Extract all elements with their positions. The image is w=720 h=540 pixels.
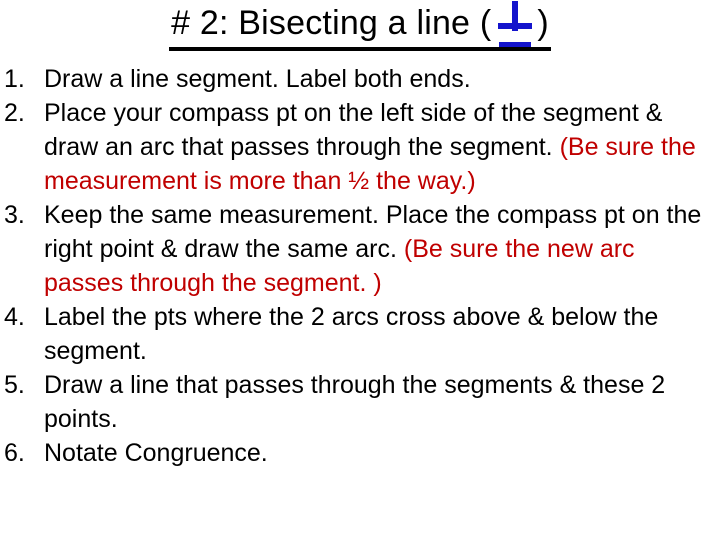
list-item: 4. Label the pts where the 2 arcs cross …	[0, 300, 720, 368]
list-item-text-black: Draw a line that passes through the segm…	[44, 371, 666, 433]
list-item-text-black: Notate Congruence.	[44, 439, 268, 467]
list-item: 6. Notate Congruence.	[0, 436, 720, 470]
list-item-number: 4.	[4, 303, 25, 331]
page-title-suffix: )	[537, 4, 549, 42]
list-item-text: Draw a line that passes through the segm…	[44, 368, 720, 436]
perpendicular-symbol	[495, 1, 535, 47]
list-item-number: 5.	[4, 371, 25, 399]
list-item: 3. Keep the same measurement. Place the …	[0, 198, 720, 300]
list-item-text: Place your compass pt on the left side o…	[44, 96, 720, 198]
list-item-text: Label the pts where the 2 arcs cross abo…	[44, 300, 720, 368]
page-title: # 2: Bisecting a line ()	[0, 1, 720, 51]
perpendicular-base-stroke	[499, 42, 532, 47]
list-item-number: 1.	[4, 65, 25, 93]
instruction-list: 1. Draw a line segment. Label both ends.…	[0, 62, 720, 470]
list-item: 5. Draw a line that passes through the s…	[0, 368, 720, 436]
list-item-text-black: Label the pts where the 2 arcs cross abo…	[44, 303, 659, 365]
list-item: 1. Draw a line segment. Label both ends.	[0, 62, 720, 96]
list-item-number: 6.	[4, 439, 25, 467]
page-title-underlined: # 2: Bisecting a line ()	[169, 1, 551, 51]
page-title-prefix: # 2: Bisecting a line (	[171, 4, 492, 42]
perpendicular-horizontal-stroke	[498, 23, 533, 29]
list-item-number: 2.	[4, 99, 25, 127]
list-item-text: Keep the same measurement. Place the com…	[44, 198, 720, 300]
list-item-text: Notate Congruence.	[44, 436, 720, 470]
list-item-text-black: Draw a line segment. Label both ends.	[44, 65, 471, 93]
list-item-text: Draw a line segment. Label both ends.	[44, 62, 720, 96]
list-item: 2. Place your compass pt on the left sid…	[0, 96, 720, 198]
list-item-number: 3.	[4, 201, 25, 229]
slide-root: { "slide": { "title_prefix": "# 2: Bisec…	[0, 0, 720, 540]
